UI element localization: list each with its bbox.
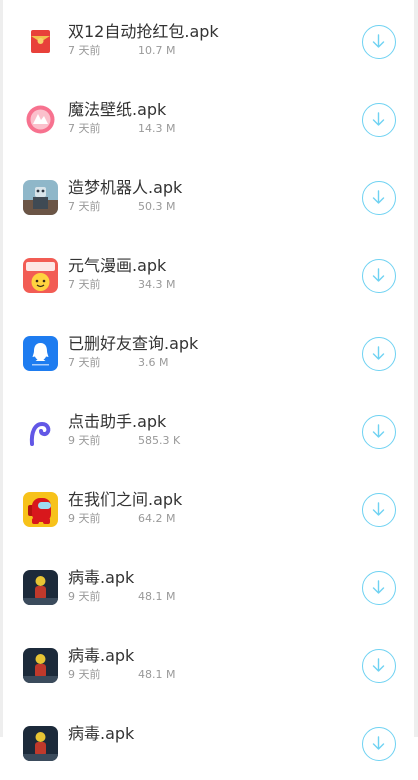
file-age: 7 天前 bbox=[68, 356, 101, 369]
download-button[interactable] bbox=[362, 571, 396, 605]
file-size: 34.3 M bbox=[138, 278, 176, 291]
download-arrow-icon bbox=[372, 112, 385, 126]
file-age: 7 天前 bbox=[68, 122, 101, 135]
right-edge bbox=[414, 0, 418, 737]
file-age: 9 天前 bbox=[68, 512, 101, 525]
file-name: 在我们之间.apk bbox=[68, 490, 183, 509]
list-item[interactable]: 病毒.apk 9 天前 48.1 M bbox=[3, 546, 414, 624]
download-button[interactable] bbox=[362, 259, 396, 293]
file-size: 14.3 M bbox=[138, 122, 176, 135]
file-name: 已删好友查询.apk bbox=[68, 334, 199, 353]
download-button[interactable] bbox=[362, 337, 396, 371]
list-item[interactable]: 造梦机器人.apk 7 天前 50.3 M bbox=[3, 156, 414, 234]
list-item[interactable]: 已删好友查询.apk 7 天前 3.6 M bbox=[3, 312, 414, 390]
qq-app-icon bbox=[23, 336, 58, 371]
file-size: 585.3 K bbox=[138, 434, 181, 447]
list-item[interactable]: 点击助手.apk 9 天前 585.3 K bbox=[3, 390, 414, 468]
download-arrow-icon bbox=[372, 658, 385, 672]
download-button[interactable] bbox=[362, 25, 396, 59]
comic-app-icon bbox=[23, 258, 58, 293]
file-name: 点击助手.apk bbox=[68, 412, 167, 431]
file-size: 64.2 M bbox=[138, 512, 176, 525]
download-button[interactable] bbox=[362, 727, 396, 761]
file-size: 3.6 M bbox=[138, 356, 169, 369]
download-arrow-icon bbox=[372, 736, 385, 750]
list-item[interactable]: 在我们之间.apk 9 天前 64.2 M bbox=[3, 468, 414, 546]
virus-game-app-icon bbox=[23, 570, 58, 605]
file-age: 7 天前 bbox=[68, 200, 101, 213]
file-age: 9 天前 bbox=[68, 668, 101, 681]
file-size: 50.3 M bbox=[138, 200, 176, 213]
file-age: 9 天前 bbox=[68, 434, 101, 447]
file-age: 9 天前 bbox=[68, 590, 101, 603]
click-assistant-app-icon bbox=[23, 414, 58, 449]
download-arrow-icon bbox=[372, 190, 385, 204]
list-item[interactable]: 病毒.apk bbox=[3, 702, 414, 780]
download-button[interactable] bbox=[362, 181, 396, 215]
file-age: 7 天前 bbox=[68, 278, 101, 291]
list-item[interactable]: 双12自动抢红包.apk 7 天前 10.7 M bbox=[3, 0, 414, 78]
file-name: 病毒.apk bbox=[68, 646, 135, 665]
file-name: 双12自动抢红包.apk bbox=[68, 22, 219, 41]
file-size: 48.1 M bbox=[138, 590, 176, 603]
download-arrow-icon bbox=[372, 268, 385, 282]
download-arrow-icon bbox=[372, 502, 385, 516]
download-arrow-icon bbox=[372, 346, 385, 360]
among-us-app-icon bbox=[23, 492, 58, 527]
virus-game-app-icon bbox=[23, 726, 58, 761]
file-name: 病毒.apk bbox=[68, 568, 135, 587]
list-item[interactable]: 元气漫画.apk 7 天前 34.3 M bbox=[3, 234, 414, 312]
download-button[interactable] bbox=[362, 415, 396, 449]
download-button[interactable] bbox=[362, 649, 396, 683]
list-item[interactable]: 病毒.apk 9 天前 48.1 M bbox=[3, 624, 414, 702]
file-name: 造梦机器人.apk bbox=[68, 178, 183, 197]
download-button[interactable] bbox=[362, 103, 396, 137]
robot-app-icon bbox=[23, 180, 58, 215]
file-age: 7 天前 bbox=[68, 44, 101, 57]
download-arrow-icon bbox=[372, 34, 385, 48]
virus-game-app-icon bbox=[23, 648, 58, 683]
download-arrow-icon bbox=[372, 580, 385, 594]
download-button[interactable] bbox=[362, 493, 396, 527]
list-item[interactable]: 魔法壁纸.apk 7 天前 14.3 M bbox=[3, 78, 414, 156]
red-envelope-app-icon bbox=[23, 24, 58, 59]
file-size: 10.7 M bbox=[138, 44, 176, 57]
download-arrow-icon bbox=[372, 424, 385, 438]
magic-wallpaper-app-icon bbox=[23, 102, 58, 137]
file-size: 48.1 M bbox=[138, 668, 176, 681]
file-name: 魔法壁纸.apk bbox=[68, 100, 167, 119]
file-name: 病毒.apk bbox=[68, 724, 135, 743]
file-name: 元气漫画.apk bbox=[68, 256, 167, 275]
